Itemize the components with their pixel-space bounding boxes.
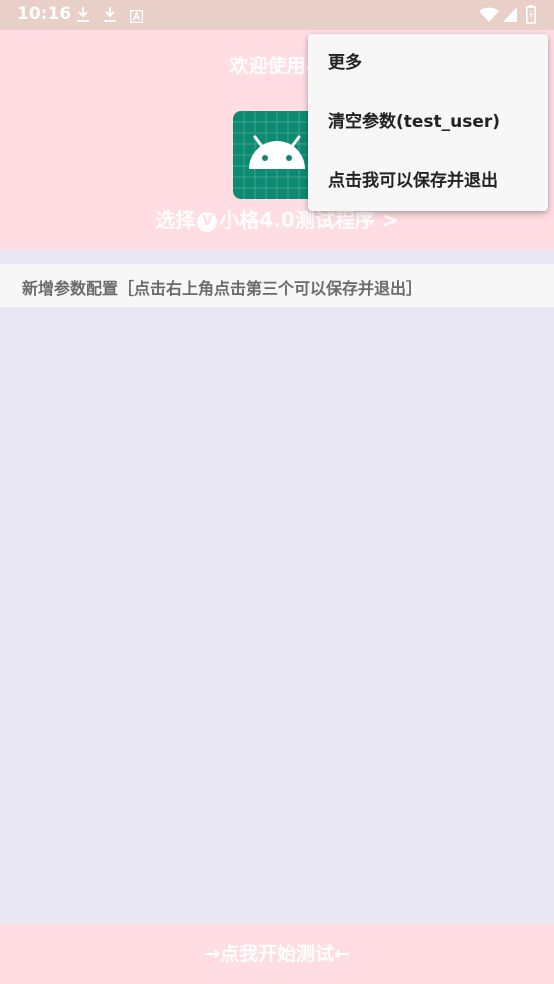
config-label: 新增参数配置［点击右上角点击第三个可以保存并退出］ [22, 279, 423, 298]
config-row[interactable]: 新增参数配置［点击右上角点击第三个可以保存并退出］ [0, 264, 554, 307]
select-suffix: 小格4.0测试程序 > [219, 208, 399, 232]
overflow-menu: 更多 清空参数(test_user) 点击我可以保存并退出 [308, 34, 548, 211]
select-prefix: 选择 [155, 208, 196, 232]
menu-item-clear-params[interactable]: 清空参数(test_user) [308, 93, 548, 152]
menu-item-save-exit[interactable]: 点击我可以保存并退出 [308, 152, 548, 211]
battery-icon [526, 5, 536, 28]
download-icon [76, 6, 90, 27]
keyboard-a-icon [129, 8, 144, 27]
download-icon [103, 6, 117, 27]
status-bar: 10:16 [0, 0, 554, 30]
v-badge-icon: V [197, 212, 218, 232]
app-screen: 10:16 欢迎使用小 选择 V 小格4.0测试程序 > 新增参数配置［点击右上… [0, 0, 554, 984]
signal-icon [503, 7, 517, 26]
status-time: 10:16 [17, 4, 72, 24]
menu-item-more[interactable]: 更多 [308, 34, 548, 93]
start-test-button[interactable]: →点我开始测试← [0, 924, 554, 984]
wifi-icon [479, 7, 499, 26]
